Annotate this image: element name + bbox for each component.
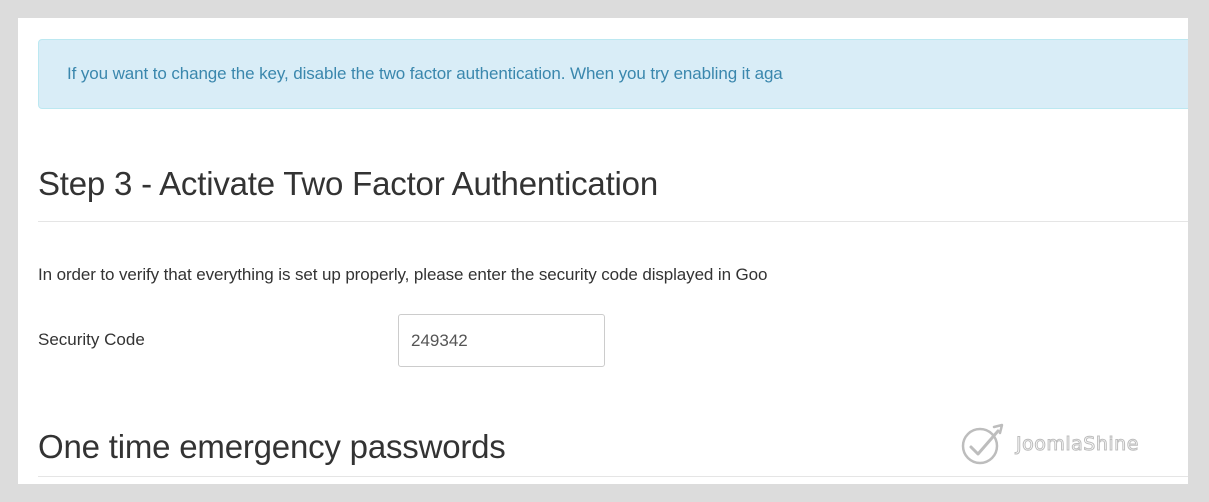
watermark-text: JoomlaShine [1016,433,1139,456]
step3-intro-text: In order to verify that everything is se… [38,265,768,284]
info-alert: If you want to change the key, disable t… [38,39,1188,109]
security-code-label: Security Code [38,330,145,349]
joomlashine-logo-icon [961,423,1004,465]
info-alert-text: If you want to change the key, disable t… [67,64,783,83]
step3-heading: Step 3 - Activate Two Factor Authenticat… [38,162,1188,222]
joomlashine-watermark: JoomlaShine [958,419,1139,469]
content-frame: If you want to change the key, disable t… [18,18,1188,484]
security-code-input[interactable] [398,314,605,367]
